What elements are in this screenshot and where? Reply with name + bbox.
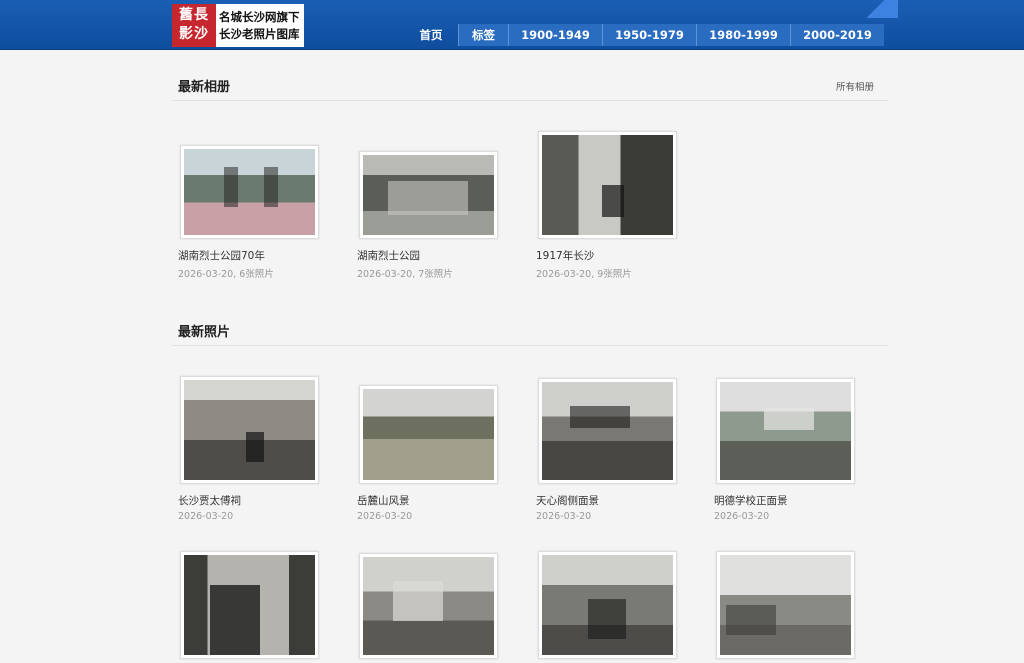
photo-image	[184, 380, 315, 480]
photo-thumb-3[interactable]	[538, 378, 677, 484]
album-thumb-1[interactable]	[180, 145, 319, 239]
album-title[interactable]: 湖南烈士公园70年	[178, 248, 265, 263]
nav-tags[interactable]: 标签	[458, 24, 508, 46]
photo-meta: 2026-03-20	[178, 511, 234, 522]
album-meta: 2026-03-20, 7张照片	[357, 269, 453, 280]
photo-image	[542, 382, 673, 480]
photo-title[interactable]: 天心阁侧面景	[536, 493, 599, 508]
logo-line2: 长沙老照片图库	[219, 26, 300, 41]
header-decor	[858, 0, 898, 18]
photos-section-title: 最新照片	[178, 325, 231, 340]
nav-1900-1949[interactable]: 1900-1949	[508, 24, 602, 46]
albums-divider	[172, 100, 888, 101]
photo-title[interactable]: 岳麓山风景	[357, 493, 410, 508]
nav-home[interactable]: 首页	[404, 24, 458, 46]
album-title[interactable]: 湖南烈士公园	[357, 248, 420, 263]
album-photo	[542, 135, 673, 235]
logo-text: 名城长沙网旗下 长沙老照片图库	[216, 9, 304, 43]
album-title[interactable]: 1917年长沙	[536, 248, 594, 263]
photo-title[interactable]: 长沙贾太傅祠	[178, 493, 241, 508]
albums-section-title: 最新相册	[178, 80, 231, 95]
site-header: 舊長 影沙 名城长沙网旗下 长沙老照片图库 首页 标签 1900-1949 195…	[0, 0, 1024, 50]
nav-2000-2019[interactable]: 2000-2019	[790, 24, 884, 46]
album-thumb-3[interactable]	[538, 131, 677, 239]
album-thumb-2[interactable]	[359, 151, 498, 239]
photo-thumb-6[interactable]	[359, 553, 498, 659]
photo-image	[363, 389, 494, 480]
photo-thumb-4[interactable]	[716, 378, 855, 484]
photo-image	[542, 555, 673, 655]
photo-thumb-2[interactable]	[359, 385, 498, 484]
album-photo	[363, 155, 494, 235]
all-albums-link[interactable]: 所有相册	[836, 79, 874, 93]
photo-meta: 2026-03-20	[536, 511, 592, 522]
logo-seal-icon: 舊長 影沙	[172, 4, 216, 47]
photo-thumb-5[interactable]	[180, 551, 319, 659]
photo-image	[184, 555, 315, 655]
photo-image	[363, 557, 494, 655]
album-photo	[184, 149, 315, 235]
photo-image	[720, 555, 851, 655]
photos-divider	[172, 345, 888, 346]
album-meta: 2026-03-20, 9张照片	[536, 269, 632, 280]
photo-image	[720, 382, 851, 480]
logo-line1: 名城长沙网旗下	[219, 9, 300, 24]
main-nav: 首页 标签 1900-1949 1950-1979 1980-1999 2000…	[404, 24, 884, 46]
photo-thumb-7[interactable]	[538, 551, 677, 659]
album-meta: 2026-03-20, 6张照片	[178, 269, 274, 280]
nav-1950-1979[interactable]: 1950-1979	[602, 24, 696, 46]
nav-1980-1999[interactable]: 1980-1999	[696, 24, 790, 46]
site-logo[interactable]: 舊長 影沙 名城长沙网旗下 长沙老照片图库	[172, 4, 304, 47]
photo-title[interactable]: 明德学校正面景	[714, 493, 788, 508]
photo-meta: 2026-03-20	[357, 511, 413, 522]
photo-meta: 2026-03-20	[714, 511, 770, 522]
photo-thumb-1[interactable]	[180, 376, 319, 484]
photo-thumb-8[interactable]	[716, 551, 855, 659]
